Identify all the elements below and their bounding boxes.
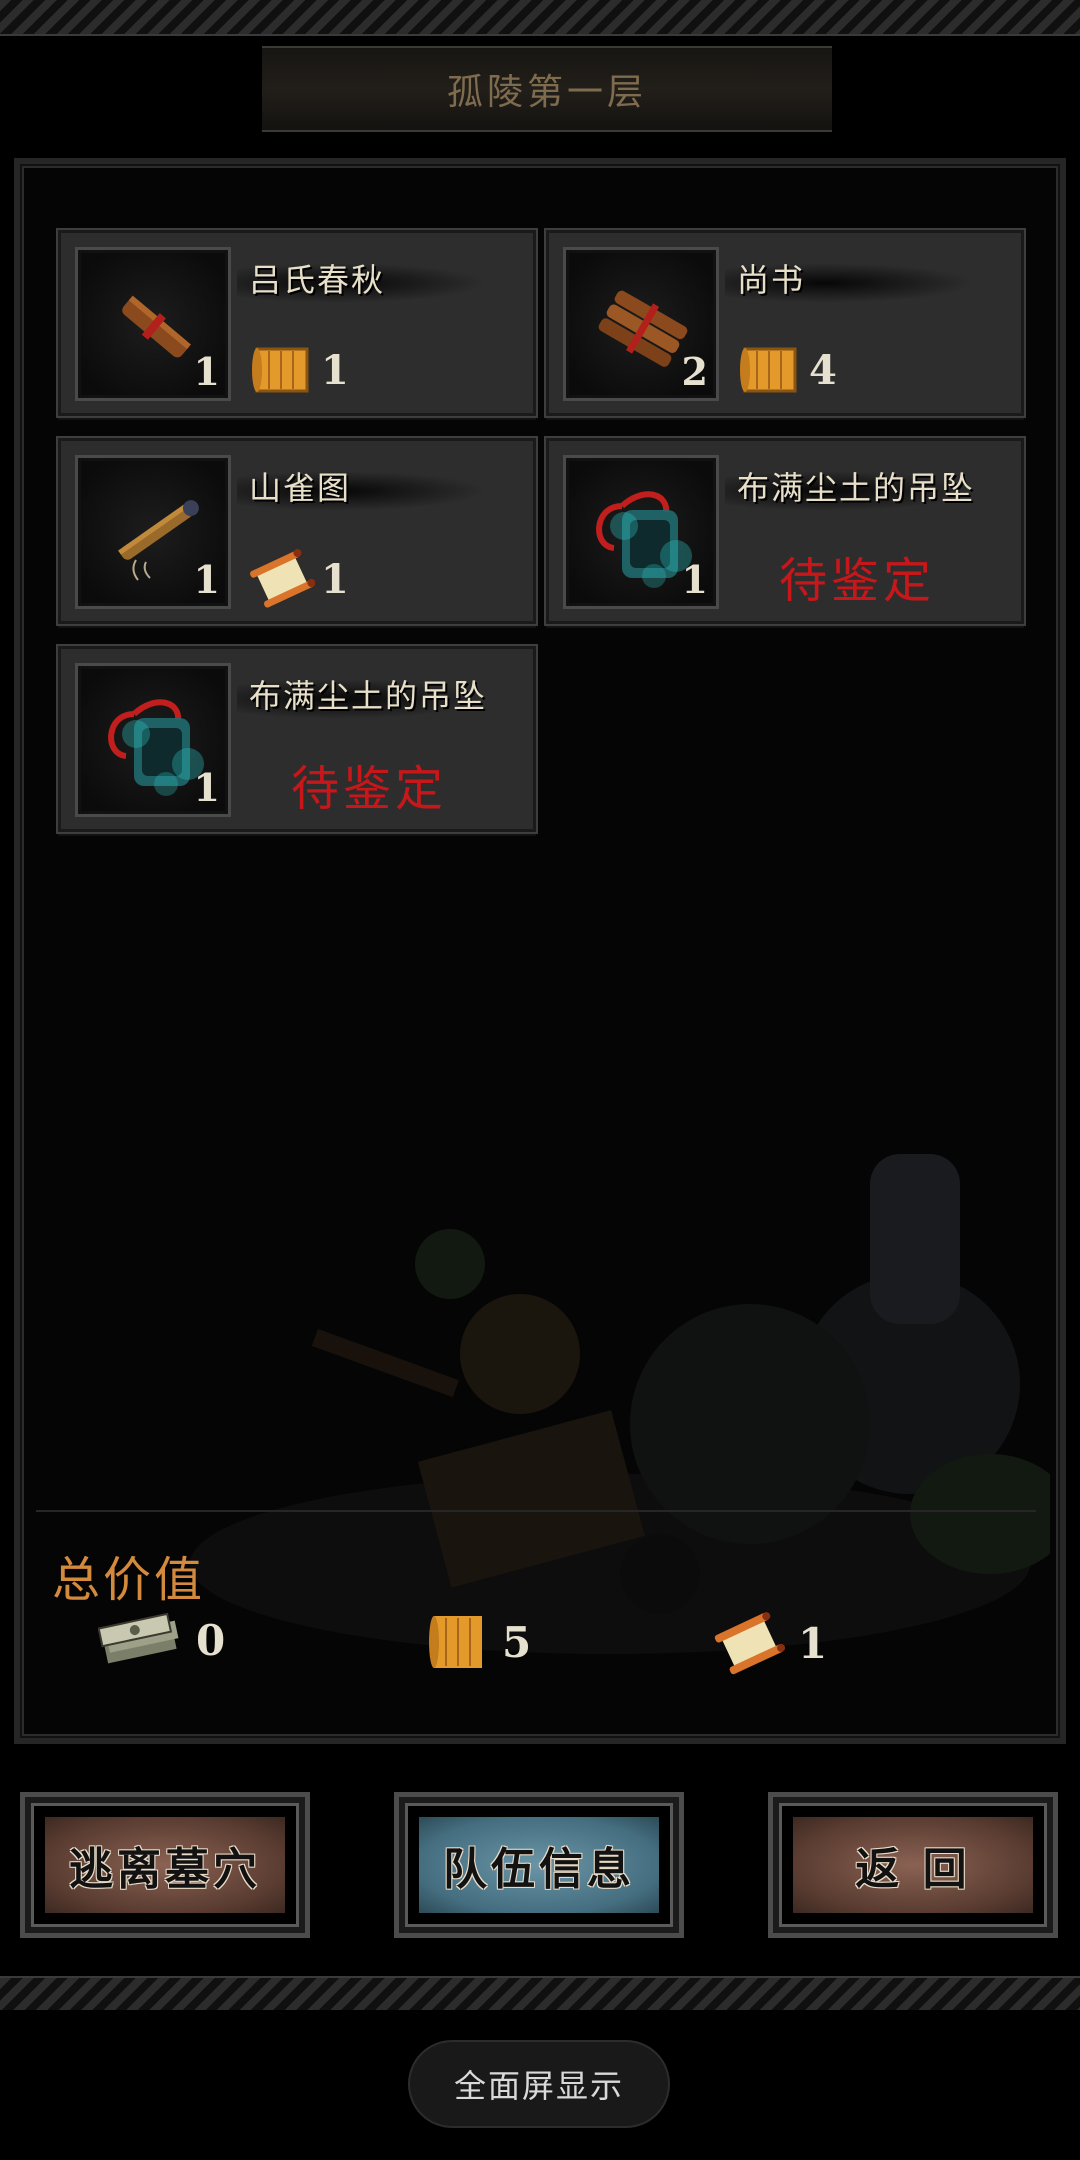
money-stack-icon <box>98 1612 179 1664</box>
gold-scroll-icon <box>429 1616 482 1668</box>
loot-screen: 孤陵第一层 1 吕氏春秋 1 2 尚书 4 1 山雀图 1 1 布满尘土的吊坠 … <box>0 0 1080 2160</box>
team-info-button[interactable]: 队伍信息 <box>394 1792 684 1938</box>
treasure-pile-illustration <box>190 1154 1050 1654</box>
gold-scroll-icon <box>252 347 309 393</box>
item-value-number: 1 <box>321 555 349 603</box>
title-banner: 孤陵第一层 <box>262 46 832 132</box>
loot-item-card[interactable]: 1 布满尘土的吊坠 待鉴定 <box>546 438 1024 624</box>
item-name: 吕氏春秋 <box>249 261 386 299</box>
fullscreen-display-button[interactable]: 全面屏显示 <box>408 2040 670 2128</box>
top-ornament-border <box>0 0 1080 36</box>
total-paper-scroll-value: 1 <box>798 1618 828 1668</box>
loot-item-card[interactable]: 1 布满尘土的吊坠 待鉴定 <box>58 646 536 832</box>
loot-item-card[interactable]: 1 山雀图 1 <box>58 438 536 624</box>
item-thumbnail: 1 <box>75 663 231 817</box>
floor-title: 孤陵第一层 <box>446 72 647 113</box>
back-label: 返 回 <box>793 1817 1033 1913</box>
totals-divider <box>36 1510 1036 1512</box>
item-value: 1 <box>249 549 349 609</box>
total-money: 0 <box>98 1610 225 1670</box>
loot-panel: 1 吕氏春秋 1 2 尚书 4 1 山雀图 1 1 布满尘土的吊坠 待鉴定 1 … <box>14 158 1066 1744</box>
item-count: 1 <box>193 765 220 810</box>
item-thumbnail: 2 <box>563 247 719 401</box>
unidentified-status: 待鉴定 <box>779 553 936 609</box>
bottom-ornament-border <box>0 1976 1080 2010</box>
loot-item-card[interactable]: 2 尚书 4 <box>546 230 1024 416</box>
paper-scroll-icon <box>250 549 315 608</box>
total-gold-scroll-value: 5 <box>502 1617 532 1667</box>
item-name: 布满尘土的吊坠 <box>737 469 976 507</box>
item-value-number: 1 <box>321 346 349 394</box>
item-value-number: 4 <box>809 346 837 394</box>
item-thumbnail: 1 <box>563 455 719 609</box>
item-thumbnail: 1 <box>75 247 231 401</box>
item-name: 尚书 <box>737 261 806 299</box>
escape-tomb-label: 逃离墓穴 <box>45 1817 285 1913</box>
item-count: 2 <box>681 349 708 394</box>
item-count: 1 <box>193 557 220 602</box>
item-thumbnail: 1 <box>75 455 231 609</box>
back-button[interactable]: 返 回 <box>768 1792 1058 1938</box>
loot-item-card[interactable]: 1 吕氏春秋 1 <box>58 230 536 416</box>
total-paper-scroll: 1 <box>712 1610 827 1676</box>
item-value: 4 <box>737 341 837 399</box>
total-gold-scroll: 5 <box>424 1610 531 1674</box>
total-value-label: 总价值 <box>52 1552 206 1608</box>
item-count: 1 <box>193 349 220 394</box>
unidentified-status: 待鉴定 <box>291 761 448 817</box>
item-name: 山雀图 <box>249 469 352 507</box>
paper-scroll-icon <box>714 1612 786 1675</box>
team-info-label: 队伍信息 <box>419 1817 659 1913</box>
gold-scroll-icon <box>740 347 797 393</box>
total-money-value: 0 <box>196 1615 226 1665</box>
item-name: 布满尘土的吊坠 <box>249 677 488 715</box>
item-count: 1 <box>681 557 708 602</box>
escape-tomb-button[interactable]: 逃离墓穴 <box>20 1792 310 1938</box>
item-value: 1 <box>249 341 349 399</box>
